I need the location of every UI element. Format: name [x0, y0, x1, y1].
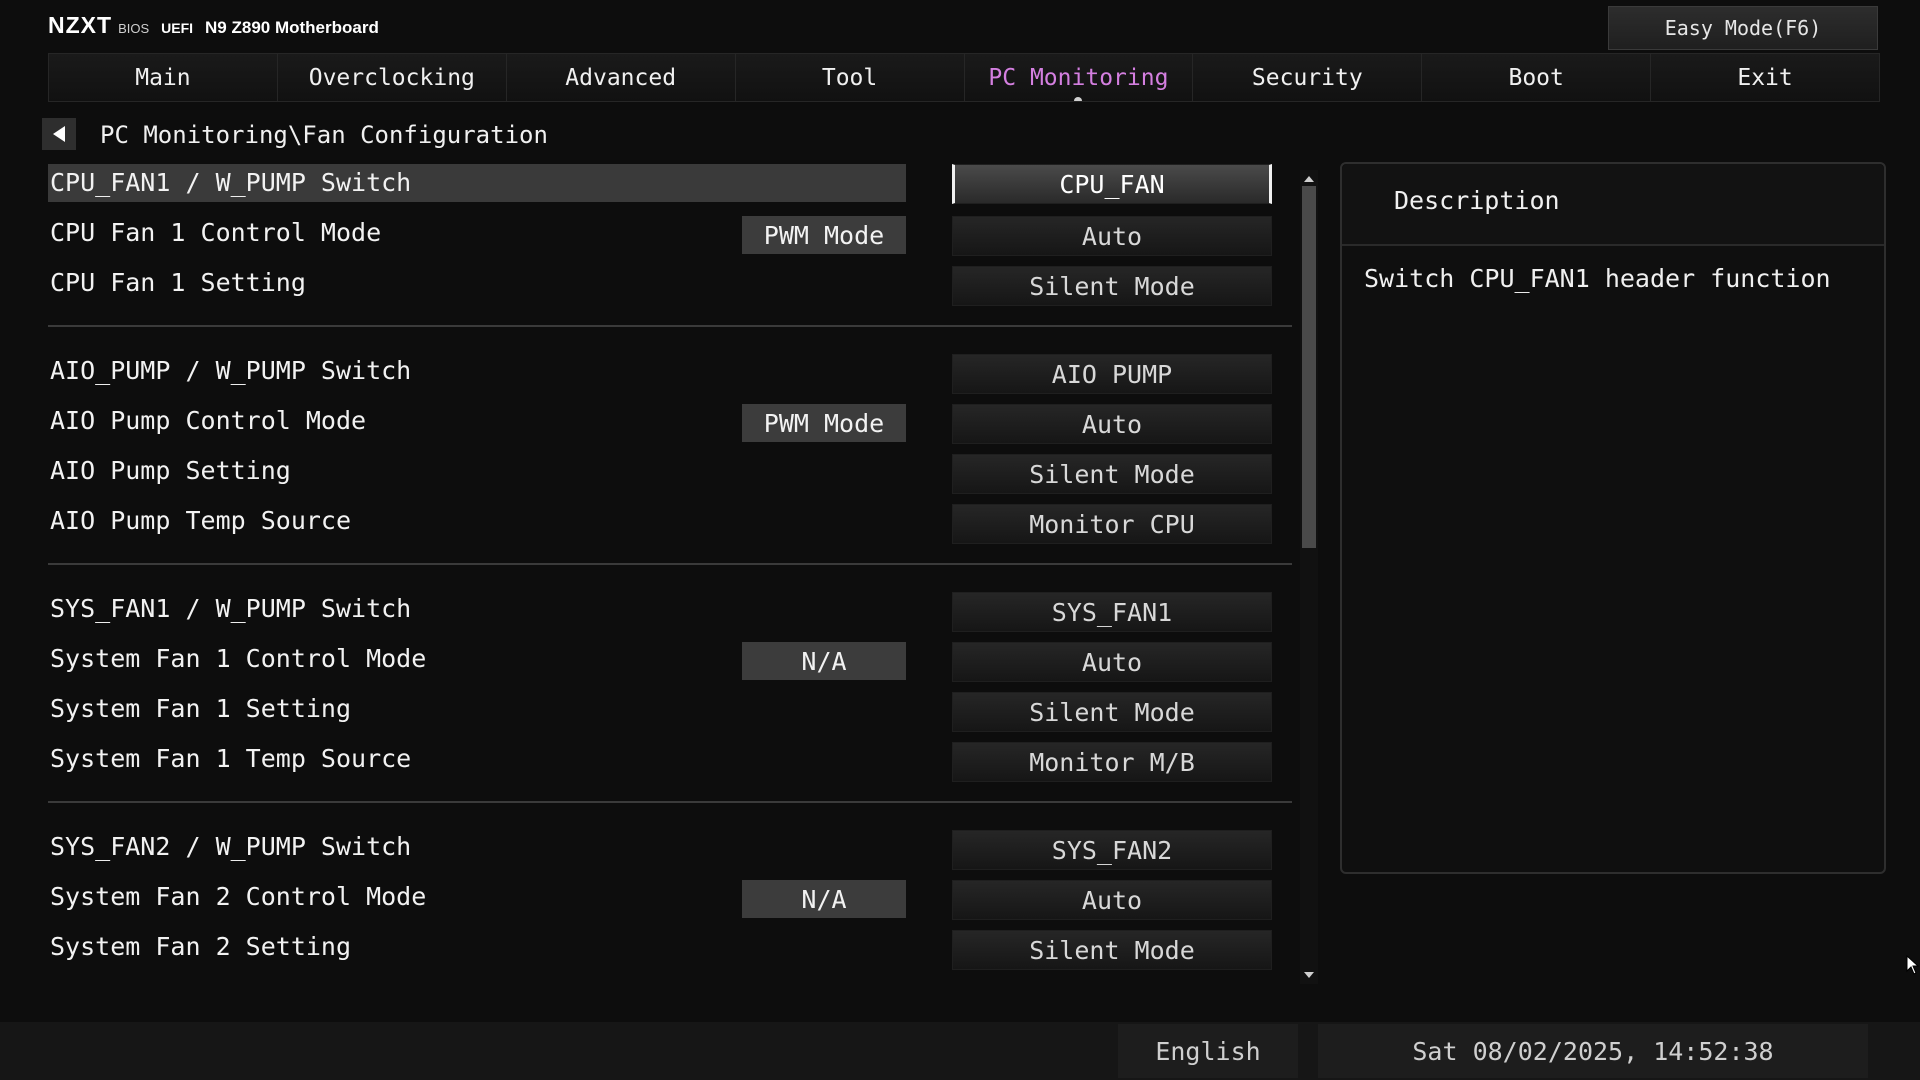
scroll-up-arrow-icon[interactable] [1300, 172, 1318, 186]
setting-row-aio-pump-setting[interactable]: AIO Pump Setting Silent Mode [48, 451, 1272, 494]
setting-label: CPU Fan 1 Control Mode [50, 218, 382, 247]
setting-value-select[interactable]: Auto [952, 404, 1272, 444]
section-divider [48, 563, 1292, 565]
setting-row-sys-fan2-control-mode[interactable]: System Fan 2 Control Mode N/A Auto [48, 877, 1272, 920]
setting-row-cpu-fan1-control-mode[interactable]: CPU Fan 1 Control Mode PWM Mode Auto [48, 213, 1272, 256]
uefi-label: UEFI [161, 20, 194, 36]
date-time-display[interactable]: Sat 08/02/2025, 14:52:38 [1318, 1024, 1868, 1078]
setting-label: CPU_FAN1 / W_PUMP Switch [50, 168, 412, 197]
description-title: Description [1394, 186, 1560, 215]
setting-row-sys-fan1-control-mode[interactable]: System Fan 1 Control Mode N/A Auto [48, 639, 1272, 682]
setting-label: AIO Pump Setting [50, 456, 291, 485]
setting-value-select[interactable]: AIO PUMP [952, 354, 1272, 394]
setting-value-select[interactable]: Auto [952, 880, 1272, 920]
setting-label: System Fan 1 Control Mode [50, 644, 427, 673]
description-text: Switch CPU_FAN1 header function [1364, 264, 1831, 293]
tab-overclocking[interactable]: Overclocking [277, 53, 507, 102]
main-tab-bar: Main Overclocking Advanced Tool PC Monit… [48, 53, 1880, 102]
setting-row-sys-fan2-switch[interactable]: SYS_FAN2 / W_PUMP Switch SYS_FAN2 [48, 827, 1272, 870]
mouse-cursor-icon [1906, 955, 1920, 975]
tab-advanced[interactable]: Advanced [506, 53, 736, 102]
setting-label: SYS_FAN1 / W_PUMP Switch [50, 594, 412, 623]
setting-row-aio-pump-temp-source[interactable]: AIO Pump Temp Source Monitor CPU [48, 501, 1272, 544]
section-divider [48, 801, 1292, 803]
tab-boot[interactable]: Boot [1422, 53, 1652, 102]
setting-label: System Fan 1 Temp Source [50, 744, 412, 773]
section-divider [48, 325, 1292, 327]
setting-value-select[interactable]: Silent Mode [952, 454, 1272, 494]
setting-value-select[interactable]: CPU_FAN [952, 164, 1272, 204]
nzxt-logo: NZXT [48, 12, 113, 38]
control-mode-badge: PWM Mode [742, 404, 906, 442]
setting-value-select[interactable]: SYS_FAN2 [952, 830, 1272, 870]
setting-label: SYS_FAN2 / W_PUMP Switch [50, 832, 412, 861]
control-mode-badge: PWM Mode [742, 216, 906, 254]
setting-label: System Fan 2 Setting [50, 932, 352, 961]
setting-label: System Fan 2 Control Mode [50, 882, 427, 911]
setting-row-sys-fan1-setting[interactable]: System Fan 1 Setting Silent Mode [48, 689, 1272, 732]
setting-label: AIO Pump Control Mode [50, 406, 367, 435]
setting-row-sys-fan1-temp-source[interactable]: System Fan 1 Temp Source Monitor M/B [48, 739, 1272, 782]
setting-row-aio-pump-switch[interactable]: AIO_PUMP / W_PUMP Switch AIO PUMP [48, 351, 1272, 394]
breadcrumb: PC Monitoring\Fan Configuration [100, 121, 548, 149]
tab-exit[interactable]: Exit [1651, 53, 1880, 102]
description-header: Description [1342, 164, 1884, 246]
scrollbar-thumb[interactable] [1302, 186, 1316, 548]
scroll-down-arrow-icon[interactable] [1300, 968, 1318, 982]
settings-scrollbar[interactable] [1300, 170, 1318, 984]
setting-label: System Fan 1 Setting [50, 694, 352, 723]
setting-value-select[interactable]: SYS_FAN1 [952, 592, 1272, 632]
control-mode-badge: N/A [742, 642, 906, 680]
easy-mode-button[interactable]: Easy Mode(F6) [1608, 6, 1878, 50]
bios-label: BIOS [118, 21, 150, 36]
setting-row-sys-fan1-switch[interactable]: SYS_FAN1 / W_PUMP Switch SYS_FAN1 [48, 589, 1272, 632]
setting-row-aio-pump-control-mode[interactable]: AIO Pump Control Mode PWM Mode Auto [48, 401, 1272, 444]
setting-value-select[interactable]: Silent Mode [952, 692, 1272, 732]
setting-value-select[interactable]: Monitor M/B [952, 742, 1272, 782]
setting-label: CPU Fan 1 Setting [50, 268, 306, 297]
setting-value-select[interactable]: Monitor CPU [952, 504, 1272, 544]
setting-row-cpu-fan1-setting[interactable]: CPU Fan 1 Setting Silent Mode [48, 263, 1272, 306]
motherboard-model: N9 Z890 Motherboard [205, 18, 379, 37]
control-mode-badge: N/A [742, 880, 906, 918]
setting-value-select[interactable]: Silent Mode [952, 266, 1272, 306]
setting-label: AIO Pump Temp Source [50, 506, 352, 535]
tab-tool[interactable]: Tool [735, 53, 965, 102]
tab-security[interactable]: Security [1193, 53, 1423, 102]
setting-value-select[interactable]: Auto [952, 642, 1272, 682]
tab-pc-monitoring[interactable]: PC Monitoring [964, 53, 1194, 102]
back-button[interactable] [42, 118, 76, 150]
setting-value-select[interactable]: Silent Mode [952, 930, 1272, 970]
bios-brand: NZXT BIOS UEFI N9 Z890 Motherboard [48, 12, 379, 40]
arrow-left-icon [53, 126, 65, 142]
setting-label: AIO_PUMP / W_PUMP Switch [50, 356, 412, 385]
setting-row-sys-fan2-setting[interactable]: System Fan 2 Setting Silent Mode [48, 927, 1272, 970]
setting-value-select[interactable]: Auto [952, 216, 1272, 256]
description-panel: Description Switch CPU_FAN1 header funct… [1340, 162, 1886, 874]
tab-main[interactable]: Main [48, 53, 278, 102]
language-selector[interactable]: English [1118, 1024, 1298, 1078]
setting-row-cpu-fan1-switch[interactable]: CPU_FAN1 / W_PUMP Switch CPU_FAN [48, 163, 1272, 204]
